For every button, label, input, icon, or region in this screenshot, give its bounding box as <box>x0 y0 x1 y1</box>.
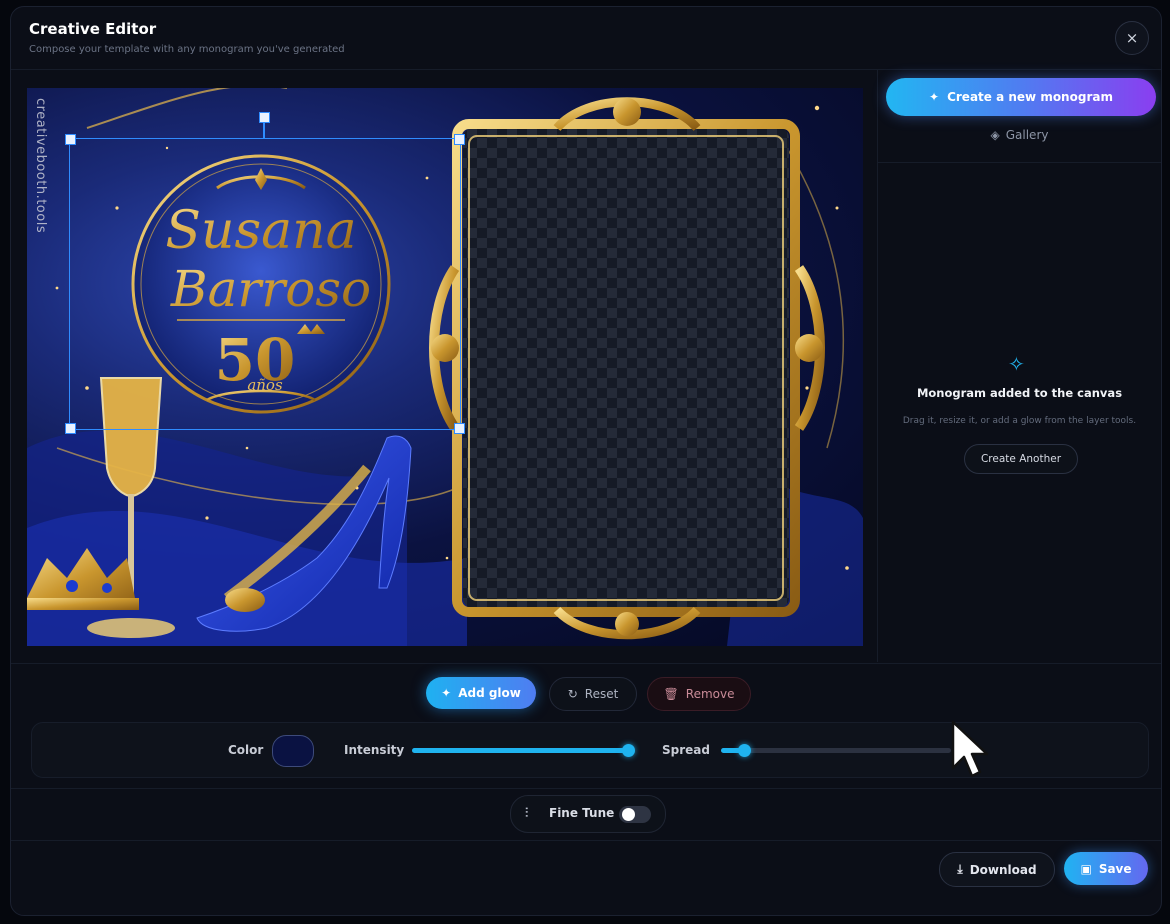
color-swatch[interactable] <box>272 735 314 767</box>
remove-label: Remove <box>685 687 735 701</box>
empty-state-text: Drag it, resize it, or add a glow from t… <box>902 416 1137 426</box>
fine-tune-toggle[interactable] <box>619 806 651 823</box>
magic-wand-icon: ✦ <box>929 90 940 104</box>
gallery-link[interactable]: ◈ Gallery <box>878 128 1161 142</box>
canvas-area: Susana Barroso 50 años creativebooth.too… <box>11 70 878 662</box>
intensity-knob[interactable] <box>622 744 635 757</box>
close-button[interactable]: × <box>1115 21 1149 55</box>
layers-icon: ◈ <box>990 128 1000 142</box>
modal-header: Creative Editor Compose your template wi… <box>11 7 1161 70</box>
color-label: Color <box>228 743 264 757</box>
empty-state-title: Monogram added to the canvas <box>916 386 1123 400</box>
save-icon: ▣ <box>1080 861 1092 876</box>
save-button[interactable]: ▣ Save <box>1064 852 1148 885</box>
trash-icon: 🗑 <box>663 687 679 701</box>
mouse-cursor-icon <box>951 720 989 778</box>
add-glow-button[interactable]: ✦ Add glow <box>426 677 536 709</box>
rotate-handle[interactable] <box>259 112 270 123</box>
intensity-fill <box>412 748 628 753</box>
spread-label: Spread <box>662 743 710 757</box>
reset-button[interactable]: ↻ Reset <box>549 677 637 711</box>
fine-tune-control[interactable]: ⫶ Fine Tune <box>510 795 666 833</box>
sliders-icon: ⫶ <box>525 806 529 821</box>
create-monogram-label: Create a new monogram <box>947 90 1113 104</box>
create-another-button[interactable]: Create Another <box>964 444 1078 474</box>
watermark-text: creativebooth.tools <box>33 98 48 234</box>
resize-handle-top-left[interactable] <box>65 134 76 145</box>
modal-subtitle: Compose your template with any monogram … <box>29 44 345 55</box>
sparkles-icon: ✦ <box>441 686 452 700</box>
design-canvas[interactable]: Susana Barroso 50 años creativebooth.too… <box>27 88 863 646</box>
fine-tune-label: Fine Tune <box>549 806 615 820</box>
reset-icon: ↻ <box>567 687 578 701</box>
intensity-slider[interactable] <box>412 744 635 757</box>
sidebar: ✦ Create a new monogram ◈ Gallery ✧ Mono… <box>878 70 1161 662</box>
resize-handle-bottom-left[interactable] <box>65 423 76 434</box>
save-label: Save <box>1098 861 1132 876</box>
gallery-label: Gallery <box>1005 128 1049 142</box>
remove-button[interactable]: 🗑 Remove <box>647 677 751 711</box>
intensity-label: Intensity <box>344 743 405 757</box>
modal-title: Creative Editor <box>29 20 157 38</box>
reset-label: Reset <box>584 687 619 701</box>
spread-knob[interactable] <box>738 744 751 757</box>
resize-handle-bottom-right[interactable] <box>454 423 465 434</box>
spread-slider[interactable] <box>721 744 951 757</box>
create-monogram-button[interactable]: ✦ Create a new monogram <box>886 78 1156 116</box>
download-icon: ⤓ <box>957 862 963 876</box>
resize-handle-top-right[interactable] <box>454 134 465 145</box>
fine-tune-row: ⫶ Fine Tune <box>11 788 1161 841</box>
monogram-selection-box[interactable] <box>65 134 465 434</box>
add-glow-label: Add glow <box>458 686 521 700</box>
download-button[interactable]: ⤓ Download <box>939 852 1055 887</box>
sidebar-divider <box>878 162 1161 163</box>
close-icon: × <box>1125 29 1139 47</box>
download-label: Download <box>969 862 1037 877</box>
sparkle-icon: ✧ <box>1008 352 1025 376</box>
toggle-knob <box>622 808 635 821</box>
